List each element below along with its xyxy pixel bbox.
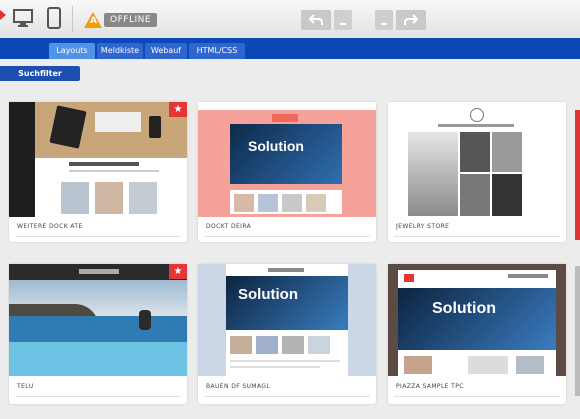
template-name: TELU	[17, 383, 34, 390]
card-divider	[15, 236, 181, 237]
undo-icon	[309, 14, 323, 25]
tab-layouts[interactable]: Layouts	[49, 43, 95, 59]
template-card[interactable]: ★ TELU	[9, 264, 187, 404]
template-card[interactable]: Solution PIAZZA SAMPLE TPC	[388, 264, 566, 404]
undo-button[interactable]	[301, 10, 331, 30]
template-card[interactable]: Solution BAUEN DF SUMAGL	[198, 264, 376, 404]
chevron-down-icon	[381, 23, 387, 25]
redo-icon	[404, 14, 418, 25]
desktop-icon[interactable]	[12, 7, 34, 33]
template-thumbnail	[9, 102, 187, 217]
card-divider	[394, 236, 560, 237]
badge-symbol: A	[90, 15, 97, 26]
template-name: BAUEN DF SUMAGL	[206, 383, 271, 390]
template-thumbnail: Solution	[198, 102, 376, 217]
template-thumbnail: Solution	[388, 264, 566, 376]
panel-toggle-arrow[interactable]	[0, 10, 6, 20]
undo-dropdown-button[interactable]	[334, 10, 352, 30]
chevron-down-icon	[340, 23, 346, 25]
partial-card-edge	[575, 110, 580, 240]
tab-webauf[interactable]: Webauf	[145, 43, 187, 59]
featured-star-icon: ★	[169, 264, 187, 279]
template-thumbnail	[9, 264, 187, 376]
redo-dropdown-button[interactable]	[375, 10, 393, 30]
warning-badge-icon: A	[84, 11, 102, 28]
template-card[interactable]: Solution DOCKT DEIRA	[198, 102, 376, 242]
template-name: DOCKT DEIRA	[206, 223, 252, 230]
search-filter-button[interactable]: Suchfilter	[0, 66, 80, 81]
template-name: JEWELRY STORE	[396, 223, 450, 230]
card-divider	[15, 396, 181, 397]
toolbar-separator	[72, 6, 73, 32]
tablet-icon[interactable]	[46, 7, 62, 33]
solution-text: Solution	[238, 286, 298, 303]
card-divider	[204, 396, 370, 397]
template-thumbnail: Solution	[198, 264, 376, 376]
offline-label: OFFLINE	[104, 12, 158, 27]
featured-star-icon: ★	[169, 102, 187, 117]
redo-button[interactable]	[396, 10, 426, 30]
offline-status: A OFFLINE	[84, 10, 158, 29]
tab-html-css[interactable]: HTML/CSS	[189, 43, 245, 59]
category-tab-bar: Layouts Meldkiste Webauf HTML/CSS	[0, 38, 580, 59]
tab-meldkiste[interactable]: Meldkiste	[97, 43, 143, 59]
solution-text: Solution	[248, 138, 304, 154]
top-toolbar: A OFFLINE	[0, 0, 580, 39]
template-thumbnail	[388, 102, 566, 217]
template-name: WEITERE DOCK ATE	[17, 223, 83, 230]
card-divider	[394, 396, 560, 397]
solution-text: Solution	[432, 300, 496, 317]
card-divider	[204, 236, 370, 237]
template-card[interactable]: JEWELRY STORE	[388, 102, 566, 242]
template-card[interactable]: ★ WEITERE DOCK ATE	[9, 102, 187, 242]
template-name: PIAZZA SAMPLE TPC	[396, 383, 464, 390]
partial-card-edge	[575, 266, 580, 396]
